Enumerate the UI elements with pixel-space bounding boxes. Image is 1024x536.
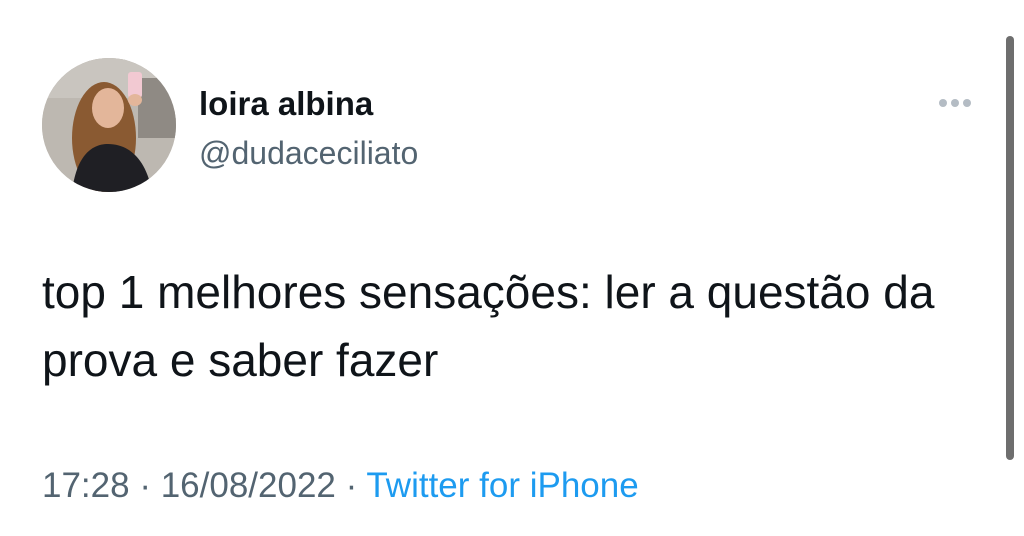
tweet-text: top 1 melhores sensações: ler a questão … [42,266,935,386]
username-handle[interactable]: @dudaceciliato [199,133,418,173]
display-name[interactable]: loira albina [199,84,373,124]
tweet-date[interactable]: 16/08/2022 [161,466,336,505]
profile-photo-image [42,58,176,192]
meta-separator: · [335,466,367,505]
tweet-time[interactable]: 17:28 [42,466,130,505]
tweet-source-link[interactable]: Twitter for iPhone [366,466,638,505]
tweet-meta: 17:28 · 16/08/2022 · Twitter for iPhone [42,464,639,508]
meta-separator: · [129,466,161,505]
more-options-button[interactable] [932,92,978,114]
more-horizontal-icon [939,99,971,107]
avatar[interactable] [42,58,176,192]
scrollbar[interactable] [1006,36,1014,460]
